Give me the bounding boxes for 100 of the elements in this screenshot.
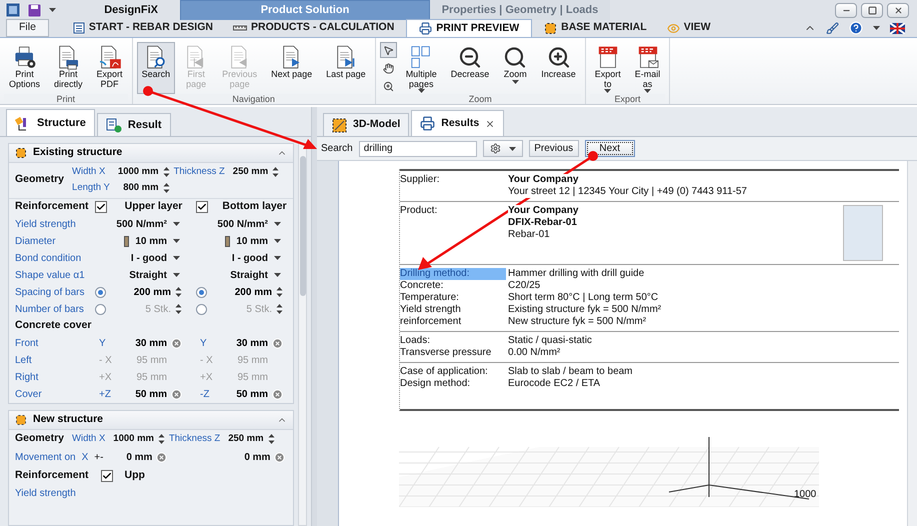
- report-value: Your Company Your street 12 | 12345 Your City | +49 (0) 7443 911-57: [508, 174, 747, 198]
- caret-icon: [173, 256, 180, 260]
- ribbon-button[interactable]: Print directly: [49, 42, 88, 94]
- dropdown-field[interactable]: 10 mm: [91, 234, 192, 248]
- pointer-icon[interactable]: [380, 42, 397, 58]
- ribbon-tab[interactable]: VIEW: [658, 19, 719, 37]
- value-field[interactable]: 1000 mm: [118, 165, 159, 180]
- ribbon-button[interactable]: Increase: [536, 42, 581, 94]
- panel-tab[interactable]: Result: [96, 113, 171, 136]
- ribbon-button[interactable]: E-mail as: [630, 42, 666, 94]
- value-field[interactable]: 1000 mm: [113, 432, 154, 446]
- value-field[interactable]: 0 mm: [126, 450, 152, 465]
- clear-icon[interactable]: [272, 388, 283, 400]
- ribbon-tab[interactable]: PRODUCTS - CALCULATION: [224, 19, 402, 37]
- checkbox[interactable]: [196, 201, 208, 213]
- search-field[interactable]: drilling: [358, 140, 477, 156]
- ruler-icon: [232, 24, 247, 32]
- field-label: Length Y: [72, 181, 110, 196]
- flag-icon[interactable]: [890, 22, 905, 34]
- clear-icon[interactable]: [171, 388, 182, 400]
- scrollbar[interactable]: [907, 161, 917, 526]
- ribbon-button[interactable]: Print Options: [4, 42, 46, 94]
- ribbon-button[interactable]: Multiple pages: [400, 42, 442, 94]
- dropdown-field[interactable]: Straight: [192, 268, 293, 282]
- axis-label: X: [82, 451, 88, 465]
- ribbon-tab[interactable]: START - REBAR DESIGN: [64, 19, 221, 37]
- clear-icon[interactable]: [274, 452, 286, 463]
- value-field[interactable]: 30 mm: [226, 336, 268, 350]
- ribbon-button[interactable]: Next page: [266, 42, 318, 94]
- dropdown-field[interactable]: 500 N/mm²: [91, 216, 192, 232]
- row-label: Movement on: [15, 451, 76, 465]
- ribbon-tab[interactable]: PRINT PREVIEW: [406, 19, 532, 37]
- result-tab-icon: [106, 118, 122, 132]
- settings-icon: [490, 143, 501, 154]
- close-icon[interactable]: [485, 118, 496, 128]
- ribbon-button[interactable]: Zoom: [498, 42, 532, 94]
- ribbon-button[interactable]: Search: [136, 42, 176, 94]
- dropdown-field[interactable]: 500 N/mm²: [192, 216, 293, 232]
- caret-icon: [173, 222, 180, 226]
- value-field[interactable]: 30 mm: [125, 336, 167, 350]
- radio-button[interactable]: [95, 304, 106, 314]
- geometry-label: Geometry: [15, 172, 64, 188]
- search-nav-button[interactable]: Next: [584, 140, 635, 157]
- save-icon[interactable]: [28, 4, 41, 16]
- ribbon-tab[interactable]: BASE MATERIAL: [536, 19, 655, 37]
- value-field[interactable]: 200 mm: [110, 284, 171, 300]
- section-header[interactable]: Existing structure: [9, 144, 293, 163]
- caret-icon: [173, 273, 180, 277]
- ribbon-tab[interactable]: File: [6, 19, 49, 37]
- radio-button[interactable]: [196, 304, 207, 314]
- value-field[interactable]: 0 mm: [244, 450, 270, 465]
- panel-tab[interactable]: Structure: [6, 109, 95, 136]
- dropdown-field[interactable]: Straight: [91, 268, 192, 282]
- document-tab[interactable]: 3D-Model: [323, 113, 410, 136]
- dropdown-field[interactable]: I - good: [192, 250, 293, 266]
- report-label: Design method:: [400, 378, 472, 390]
- report-label: Transverse pressure: [400, 347, 492, 359]
- spinner-icon[interactable]: [158, 433, 165, 445]
- value-field[interactable]: 50 mm: [226, 386, 268, 402]
- ribbon-button[interactable]: Decrease: [446, 42, 494, 94]
- maximize-button[interactable]: [861, 2, 883, 18]
- clear-icon[interactable]: [156, 452, 168, 463]
- clear-icon[interactable]: [171, 338, 182, 348]
- dropdown-field[interactable]: 10 mm: [192, 234, 293, 248]
- value-field[interactable]: 800 mm: [118, 181, 159, 196]
- value-field[interactable]: 250 mm: [232, 165, 268, 180]
- row-label: Diameter: [14, 234, 57, 248]
- material-icon: [544, 22, 558, 34]
- section-header[interactable]: New structure: [9, 410, 293, 430]
- brush-icon[interactable]: [826, 22, 839, 34]
- radio-button[interactable]: [95, 286, 106, 298]
- spinner-icon[interactable]: [276, 303, 283, 315]
- checkbox[interactable]: [95, 201, 107, 213]
- help-caret-icon: [873, 26, 880, 30]
- spinner-icon[interactable]: [175, 286, 182, 298]
- dropdown-field[interactable]: I - good: [91, 250, 192, 266]
- document-tab[interactable]: Results: [411, 110, 504, 136]
- ribbon-button[interactable]: Export PDF: [92, 42, 128, 94]
- report-label: Loads:: [400, 335, 432, 347]
- spinner-icon[interactable]: [175, 303, 182, 315]
- radio-button[interactable]: [196, 286, 207, 298]
- options-dropdown[interactable]: [482, 140, 523, 157]
- value-field[interactable]: 250 mm: [228, 432, 264, 446]
- spinner-icon[interactable]: [276, 286, 283, 298]
- spinner-icon[interactable]: [162, 166, 170, 178]
- spinner-icon[interactable]: [268, 433, 275, 445]
- close-button[interactable]: [887, 2, 909, 18]
- row-label: Front: [14, 336, 40, 350]
- field-label: Width X: [72, 432, 106, 446]
- search-nav-button[interactable]: Previous: [528, 140, 579, 157]
- scrollbar[interactable]: [298, 143, 307, 526]
- value-field[interactable]: 200 mm: [211, 284, 272, 300]
- spinner-icon[interactable]: [162, 182, 170, 194]
- spinner-icon[interactable]: [272, 166, 280, 178]
- ribbon-button[interactable]: Export to: [590, 42, 626, 94]
- checkbox[interactable]: [100, 470, 113, 482]
- value-field[interactable]: 50 mm: [125, 386, 167, 402]
- clear-icon[interactable]: [272, 338, 283, 348]
- help-icon[interactable]: [849, 21, 863, 35]
- ribbon-button[interactable]: Last page: [321, 42, 371, 94]
